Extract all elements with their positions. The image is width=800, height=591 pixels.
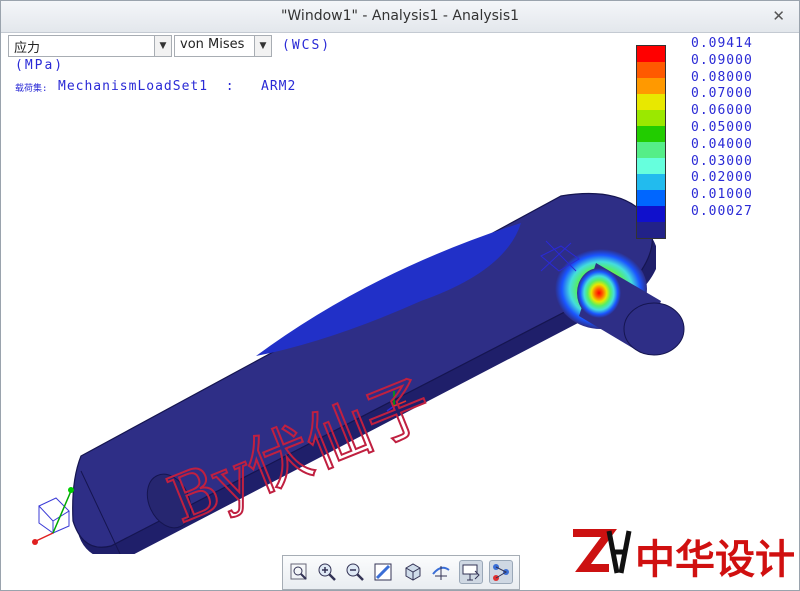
legend-value: 0.09000 bbox=[691, 52, 753, 68]
display-options-icon[interactable] bbox=[489, 560, 513, 584]
legend-value: 0.00027 bbox=[691, 203, 753, 219]
brand-logo: 中华设计 bbox=[569, 523, 795, 583]
legend-value: 0.06000 bbox=[691, 103, 753, 119]
spin-center-icon[interactable] bbox=[429, 560, 453, 584]
viewer-window: "Window1" - Analysis1 - Analysis1 ✕ 应力 ▼… bbox=[0, 0, 800, 591]
legend-swatch bbox=[637, 206, 665, 222]
legend-swatch bbox=[637, 190, 665, 206]
legend-value: 0.01000 bbox=[691, 187, 753, 203]
legend-value: 0.04000 bbox=[691, 136, 753, 152]
legend-swatch bbox=[637, 174, 665, 190]
zoom-out-icon[interactable] bbox=[343, 560, 367, 584]
legend-values: 0.09414 0.09000 0.08000 0.07000 0.06000 0.050… bbox=[691, 36, 753, 221]
shaded-icon[interactable] bbox=[401, 560, 425, 584]
legend-swatch bbox=[637, 222, 665, 238]
legend-value: 0.08000 bbox=[691, 69, 753, 85]
legend-value: 0.07000 bbox=[691, 86, 753, 102]
view-toolbar bbox=[282, 555, 520, 590]
legend-swatch bbox=[637, 142, 665, 158]
legend-value: 0.02000 bbox=[691, 170, 753, 186]
arm-part bbox=[72, 192, 685, 554]
model-viewport[interactable]: By伏仙子 bbox=[1, 1, 799, 554]
legend-value: 0.03000 bbox=[691, 153, 753, 169]
legend-swatch bbox=[637, 46, 665, 62]
legend-value: 0.05000 bbox=[691, 119, 753, 135]
zoom-fit-icon[interactable] bbox=[287, 560, 311, 584]
color-legend bbox=[636, 45, 666, 239]
repaint-icon[interactable] bbox=[371, 560, 395, 584]
orientation-triad-icon bbox=[32, 487, 74, 545]
legend-value: 0.09414 bbox=[691, 36, 753, 51]
zoom-in-icon[interactable] bbox=[315, 560, 339, 584]
legend-swatch bbox=[637, 94, 665, 110]
legend-swatch bbox=[637, 126, 665, 142]
logo-text: 中华设计 bbox=[635, 537, 795, 583]
legend-swatch bbox=[637, 110, 665, 126]
legend-swatch bbox=[637, 78, 665, 94]
legend-swatch bbox=[637, 62, 665, 78]
view-manager-icon[interactable] bbox=[459, 560, 483, 584]
legend-swatch bbox=[637, 158, 665, 174]
